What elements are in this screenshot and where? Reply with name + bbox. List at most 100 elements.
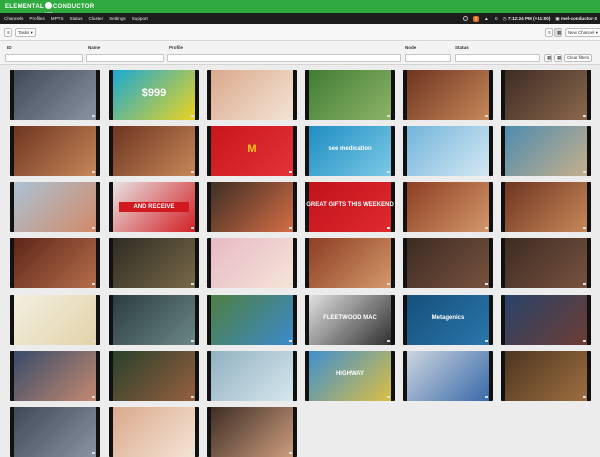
columns-button[interactable]: ▦ bbox=[544, 54, 552, 62]
profile-filter-select[interactable] bbox=[167, 54, 401, 62]
channel-thumbnail-medication-ad[interactable]: see medication bbox=[305, 126, 395, 176]
clock-time: 7:12:24 PM (+11:00) bbox=[507, 15, 551, 21]
channel-thumbnail-lotto-ad[interactable]: $999 bbox=[109, 70, 199, 120]
channel-thumbnail-crowd-arena[interactable] bbox=[109, 126, 199, 176]
channel-thumbnail-news-van[interactable] bbox=[403, 351, 493, 401]
status-indicator bbox=[191, 283, 194, 285]
nav-item-channels[interactable]: Channels bbox=[4, 13, 23, 24]
thumbnail-caption: $999 bbox=[141, 87, 167, 99]
status-indicator bbox=[92, 396, 95, 398]
status-indicator bbox=[485, 227, 488, 229]
channel-thumbnail-crowd-arena[interactable] bbox=[403, 70, 493, 120]
tasks-dropdown[interactable]: Tasks ▾ bbox=[15, 28, 36, 37]
channel-thumbnail-christmas-party[interactable] bbox=[109, 351, 199, 401]
channel-thumbnail-woman-portrait[interactable] bbox=[305, 238, 395, 288]
letterbox-left bbox=[403, 70, 407, 120]
list-view-button[interactable]: ≡ bbox=[4, 28, 12, 37]
letterbox-right bbox=[195, 126, 199, 176]
thumbnail-caption: HIGHWAY bbox=[335, 371, 365, 377]
channel-thumbnail-crowd-arena[interactable] bbox=[501, 182, 591, 232]
channel-thumbnail-heart-card[interactable] bbox=[207, 238, 297, 288]
letterbox-right bbox=[587, 351, 591, 401]
tasks-label: Tasks bbox=[18, 30, 30, 35]
channel-thumbnail-woman-portrait[interactable] bbox=[403, 182, 493, 232]
channel-thumbnail-blurred-scene[interactable] bbox=[501, 351, 591, 401]
letterbox-left bbox=[207, 295, 211, 345]
channel-thumbnail-hands-cooking[interactable] bbox=[207, 407, 297, 457]
nav-item-settings[interactable]: Settings bbox=[109, 13, 126, 24]
channel-thumbnail-man-suit-blue[interactable] bbox=[501, 295, 591, 345]
letterbox-right bbox=[293, 182, 297, 232]
status-indicator bbox=[387, 115, 390, 117]
id-filter-input[interactable] bbox=[5, 54, 83, 62]
letterbox-right bbox=[587, 182, 591, 232]
alerts-count-badge: 3 bbox=[472, 15, 480, 22]
nav-item-profiles[interactable]: Profiles bbox=[29, 13, 44, 24]
thumbnail-caption: Metagenics bbox=[431, 315, 465, 321]
channel-thumbnail-fleetwood-mac[interactable]: FLEETWOOD MAC bbox=[305, 295, 395, 345]
name-column-label: Name bbox=[88, 45, 101, 50]
channel-thumbnail-man-closeup[interactable] bbox=[109, 295, 199, 345]
node-filter-select[interactable] bbox=[405, 54, 451, 62]
main-nav: Channels Profiles MPTS Status Cluster Setting… bbox=[0, 13, 600, 24]
nav-item-cluster[interactable]: Cluster bbox=[89, 13, 104, 24]
nav-item-support[interactable]: Support bbox=[132, 13, 148, 24]
status-indicator bbox=[387, 283, 390, 285]
channel-thumbnail-man-suit[interactable] bbox=[501, 238, 591, 288]
letterbox-right bbox=[96, 407, 100, 457]
status-indicator bbox=[583, 283, 586, 285]
clock: ◷ 7:12:24 PM (+11:00) bbox=[502, 15, 551, 21]
channel-thumbnail-mcdonalds-drinks[interactable] bbox=[10, 295, 100, 345]
letterbox-right bbox=[489, 182, 493, 232]
name-filter-input[interactable] bbox=[86, 54, 164, 62]
channel-thumbnail-horse-racing[interactable] bbox=[305, 70, 395, 120]
channel-thumbnail-news-anchor[interactable] bbox=[10, 351, 100, 401]
nav-item-status[interactable]: Status bbox=[70, 13, 83, 24]
channel-thumbnail-season-to-give[interactable]: AND RECEIVE bbox=[109, 182, 199, 232]
channel-thumbnail-woman-portrait[interactable] bbox=[10, 238, 100, 288]
status-column-label: Status bbox=[455, 45, 469, 50]
channel-thumbnail-tv-studio[interactable] bbox=[501, 70, 591, 120]
channel-thumbnail-hands-cooking[interactable] bbox=[109, 407, 199, 457]
channel-thumbnail-crowd-arena[interactable] bbox=[10, 126, 100, 176]
channel-thumbnail-mcdonalds-ad[interactable]: M bbox=[207, 126, 297, 176]
channel-thumbnail-great-gifts[interactable]: GREAT GIFTS THIS WEEKEND bbox=[305, 182, 395, 232]
channel-thumbnail-peaches[interactable] bbox=[207, 182, 297, 232]
letterbox-right bbox=[96, 126, 100, 176]
status-indicator bbox=[387, 227, 390, 229]
elemental-logo[interactable]: ELEMENTALCONDUCTOR LIVE bbox=[5, 2, 95, 15]
filter-header: ID Name Profile Node Status ▦ ▦ Clear fi… bbox=[0, 41, 600, 65]
channel-thumbnail-metagenics[interactable]: Metagenics bbox=[403, 295, 493, 345]
channel-thumbnail-blue-car[interactable] bbox=[207, 295, 297, 345]
nav-item-mpts[interactable]: MPTS bbox=[51, 13, 64, 24]
channel-thumbnail-news-interview[interactable] bbox=[10, 182, 100, 232]
status-indicator bbox=[583, 171, 586, 173]
server-menu[interactable]: ▣ mel-conductor-3 bbox=[555, 16, 597, 22]
channel-thumbnail-hands-cooking[interactable] bbox=[207, 70, 297, 120]
channel-thumbnail-snow-ski[interactable] bbox=[10, 70, 100, 120]
status-filter-select[interactable] bbox=[455, 54, 540, 62]
letterbox-right bbox=[293, 70, 297, 120]
letterbox-left bbox=[109, 407, 113, 457]
letterbox-left bbox=[207, 407, 211, 457]
channel-thumbnail-snow-ski[interactable] bbox=[10, 407, 100, 457]
status-indicator bbox=[191, 115, 194, 117]
letterbox-left bbox=[109, 126, 113, 176]
alerts-indicator[interactable]: 3 bbox=[458, 15, 480, 22]
warnings-indicator[interactable]: ▲ 0 bbox=[484, 16, 497, 21]
status-indicator bbox=[92, 452, 95, 454]
channel-thumbnail-woman-outdoors[interactable] bbox=[501, 126, 591, 176]
channel-thumbnail-highway-ad[interactable]: HIGHWAY bbox=[305, 351, 395, 401]
letterbox-right bbox=[96, 70, 100, 120]
channel-thumbnail-man-suit[interactable] bbox=[403, 238, 493, 288]
clear-filters-button[interactable]: Clear filters bbox=[564, 54, 593, 62]
letterbox-left bbox=[10, 70, 14, 120]
new-channel-button[interactable]: New Channel ▾ bbox=[565, 28, 600, 37]
channel-thumbnail-grid: $999 Msee medication AND RECEIVE GREAT GIFT… bbox=[10, 70, 595, 457]
channel-thumbnail-dancer[interactable] bbox=[403, 126, 493, 176]
grid-toggle-button[interactable]: ▦ bbox=[554, 54, 562, 62]
channel-thumbnail-bar-crowd[interactable] bbox=[109, 238, 199, 288]
channel-thumbnail-drink-glass[interactable] bbox=[207, 351, 297, 401]
grid-layout-button[interactable]: ▦ bbox=[554, 28, 562, 37]
list-layout-button[interactable]: ≡ bbox=[545, 28, 553, 37]
